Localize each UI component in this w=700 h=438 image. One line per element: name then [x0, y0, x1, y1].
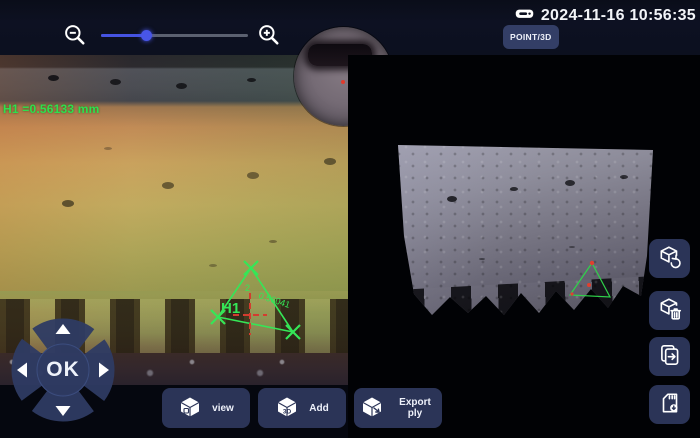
- view-button-label: view: [212, 403, 234, 414]
- dpad-right-button[interactable]: [88, 355, 118, 385]
- datetime-text: 2024-11-16 10:56:35: [541, 7, 696, 25]
- magnifier-plus-icon: [256, 22, 282, 53]
- cube-3d-icon: 3D: [275, 395, 299, 422]
- storage-drive-icon: [514, 3, 535, 29]
- loupe-cursor-dot: [341, 80, 345, 84]
- save-sd-card-icon: [657, 390, 683, 419]
- point-cloud-holes: [447, 196, 457, 202]
- zoom-in-button[interactable]: [254, 22, 284, 52]
- cube-delete-icon: [657, 296, 683, 325]
- add-button-label: Add: [309, 403, 328, 414]
- add-button[interactable]: 3D Add: [258, 388, 346, 428]
- magnifier-minus-icon: [62, 22, 88, 53]
- save-to-sd-button[interactable]: [649, 385, 690, 424]
- clock: 2024-11-16 10:56:35: [514, 3, 696, 29]
- cube-export-icon: [360, 395, 384, 422]
- zoom-out-button[interactable]: [60, 22, 90, 52]
- dpad: OK: [8, 315, 118, 425]
- dpad-down-button[interactable]: [48, 395, 78, 425]
- export-ply-button[interactable]: Export ply: [354, 388, 442, 428]
- export-file-button[interactable]: [649, 337, 690, 376]
- model-3d-view[interactable]: [348, 55, 700, 438]
- delete-model-button[interactable]: [649, 291, 690, 330]
- cube-reset-rotate-icon: [657, 244, 683, 273]
- reset-model-button[interactable]: [649, 239, 690, 278]
- view-button[interactable]: view: [162, 388, 250, 428]
- zoom-slider[interactable]: [101, 34, 248, 37]
- screen: POINT/3D 2024-11-16 10:56:35: [0, 0, 700, 438]
- zoom-slider-handle[interactable]: [141, 30, 152, 41]
- model-measurement-triangle: [560, 255, 620, 307]
- export-ply-button-label: Export ply: [394, 397, 436, 419]
- export-file-icon: [657, 342, 683, 371]
- plate-holes: [62, 200, 74, 207]
- point-cloud: [395, 138, 660, 328]
- measurement-readout: H1 =0.56133 mm: [3, 102, 100, 116]
- ok-button[interactable]: OK: [37, 344, 89, 396]
- dpad-left-button[interactable]: [8, 355, 38, 385]
- zoom-slider-fill: [101, 34, 146, 37]
- cube-view-icon: [178, 395, 202, 422]
- dpad-up-button[interactable]: [48, 315, 78, 345]
- plate-holes-top: [48, 75, 59, 81]
- svg-text:3D: 3D: [283, 408, 292, 415]
